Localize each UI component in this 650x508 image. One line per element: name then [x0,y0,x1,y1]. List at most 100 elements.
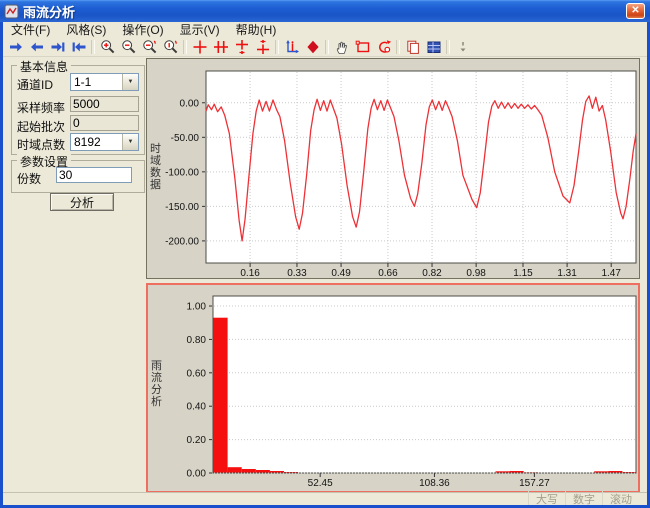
x-tick-label: 1.31 [557,268,577,278]
cursor-valley-button[interactable] [252,38,273,56]
zoom-in-icon [100,39,116,55]
channel-id-label: 通道ID [17,76,53,93]
basic-info-group: 基本信息 通道ID 采样频率 起始批次 时域点数 1-1 ▼ 8192 ▼ [11,65,145,155]
x-tick-label: 52.45 [308,478,333,489]
rotate-view-button[interactable] [373,38,394,56]
nav-forward-icon [8,39,24,55]
y-tick-label: -200.00 [165,236,199,247]
histogram-bar [622,472,636,473]
toolbar-separator [446,40,450,54]
histogram-bar [242,469,256,473]
copy-page-button[interactable] [402,38,423,56]
close-button[interactable]: ✕ [626,3,645,19]
histogram-bar [496,471,510,472]
x-tick-label: 0.82 [422,268,442,278]
chevron-down-icon[interactable]: ▼ [122,134,138,150]
y-tick-label: 0.00 [180,98,200,109]
nav-back-button[interactable] [26,38,47,56]
y-tick-label: -100.00 [165,167,199,178]
select-region-icon [355,39,371,55]
rotate-view-icon [376,39,392,55]
histogram-bar [608,471,622,473]
time-domain-ylabel: 时域数据 [149,143,162,191]
x-tick-label: 1.15 [513,268,533,278]
x-tick-label: 0.33 [287,268,307,278]
time-domain-panel: 时域数据 0.00-50.00-100.00-150.00-200.000.16… [146,58,640,279]
copy-page-icon [405,39,421,55]
zoom-vert-button[interactable] [160,38,181,56]
zoom-vert-icon [163,39,179,55]
y-tick-label: 0.20 [187,435,207,446]
cursor-cross-button[interactable] [189,38,210,56]
data-table-icon [426,39,442,55]
measure-axes-button[interactable] [281,38,302,56]
nav-back-icon [29,39,45,55]
toolbar-separator [325,40,329,54]
histogram-bar [510,471,524,473]
y-tick-label: 0.80 [187,335,207,346]
toolbar-separator [91,40,95,54]
y-tick-label: -50.00 [171,133,200,144]
toolbar-separator [275,40,279,54]
pan-hand-icon [334,39,350,55]
zoom-in-button[interactable] [97,38,118,56]
menu-operate[interactable]: 操作(O) [114,23,171,37]
rainflow-panel: 雨流分析 1.000.800.600.400.200.0052.45108.36… [146,283,640,493]
start-batch-field[interactable] [70,115,139,131]
marker-diamond-button[interactable] [302,38,323,56]
nav-forward-button[interactable] [5,38,26,56]
cursor-cross-icon [192,39,208,55]
nav-last-icon [50,39,66,55]
toolbar-separator [396,40,400,54]
close-icon: ✕ [631,6,639,16]
channel-id-value: 1-1 [71,75,122,89]
toolbar-separator [183,40,187,54]
measure-axes-icon [284,39,300,55]
channel-id-combo[interactable]: 1-1 ▼ [70,73,139,91]
sample-rate-field[interactable] [70,96,139,112]
client-area: 基本信息 通道ID 采样频率 起始批次 时域点数 1-1 ▼ 8192 ▼ 参数… [3,57,647,492]
time-points-combo[interactable]: 8192 ▼ [70,133,139,151]
marker-diamond-icon [305,39,321,55]
time-domain-chart[interactable]: 0.00-50.00-100.00-150.00-200.000.160.330… [147,59,639,278]
control-panel: 基本信息 通道ID 采样频率 起始批次 时域点数 1-1 ▼ 8192 ▼ 参数… [3,57,146,492]
menu-help[interactable]: 帮助(H) [228,23,285,37]
window-title: 雨流分析 [23,2,75,21]
zoom-out-icon [121,39,137,55]
rainflow-ylabel: 雨流分析 [150,360,163,408]
cursor-peak-button[interactable] [231,38,252,56]
time-points-value: 8192 [71,135,122,149]
x-tick-label: 0.98 [466,268,486,278]
menu-style[interactable]: 风格(S) [58,23,114,37]
num-bins-field[interactable] [56,167,132,183]
zoom-out-button[interactable] [118,38,139,56]
start-batch-label: 起始批次 [17,118,65,135]
overflow-button[interactable] [452,38,473,56]
rainflow-chart[interactable]: 1.000.800.600.400.200.0052.45108.36157.2… [148,285,638,491]
nav-last-button[interactable] [47,38,68,56]
cursor-valley-icon [255,39,271,55]
app-icon [4,4,19,19]
overflow-icon [455,39,471,55]
chevron-down-icon[interactable]: ▼ [122,74,138,90]
zoom-horz-icon [142,39,158,55]
histogram-bar [284,472,298,473]
toolbar [3,38,647,57]
analyze-button[interactable]: 分析 [50,193,114,211]
zoom-horz-button[interactable] [139,38,160,56]
param-settings-group: 参数设置 份数 [11,160,145,193]
sample-rate-label: 采样频率 [17,99,65,116]
y-tick-label: 1.00 [187,302,207,313]
plot-area[interactable] [213,296,636,473]
nav-first-button[interactable] [68,38,89,56]
cursor-double-cross-button[interactable] [210,38,231,56]
data-table-button[interactable] [423,38,444,56]
menu-file[interactable]: 文件(F) [3,23,58,37]
title-bar[interactable]: 雨流分析 ✕ [0,0,650,22]
menu-bar: 文件(F) 风格(S) 操作(O) 显示(V) 帮助(H) [3,22,647,39]
histogram-bar [594,471,608,472]
pan-hand-button[interactable] [331,38,352,56]
select-region-button[interactable] [352,38,373,56]
menu-view[interactable]: 显示(V) [172,23,228,37]
y-tick-label: 0.60 [187,368,207,379]
